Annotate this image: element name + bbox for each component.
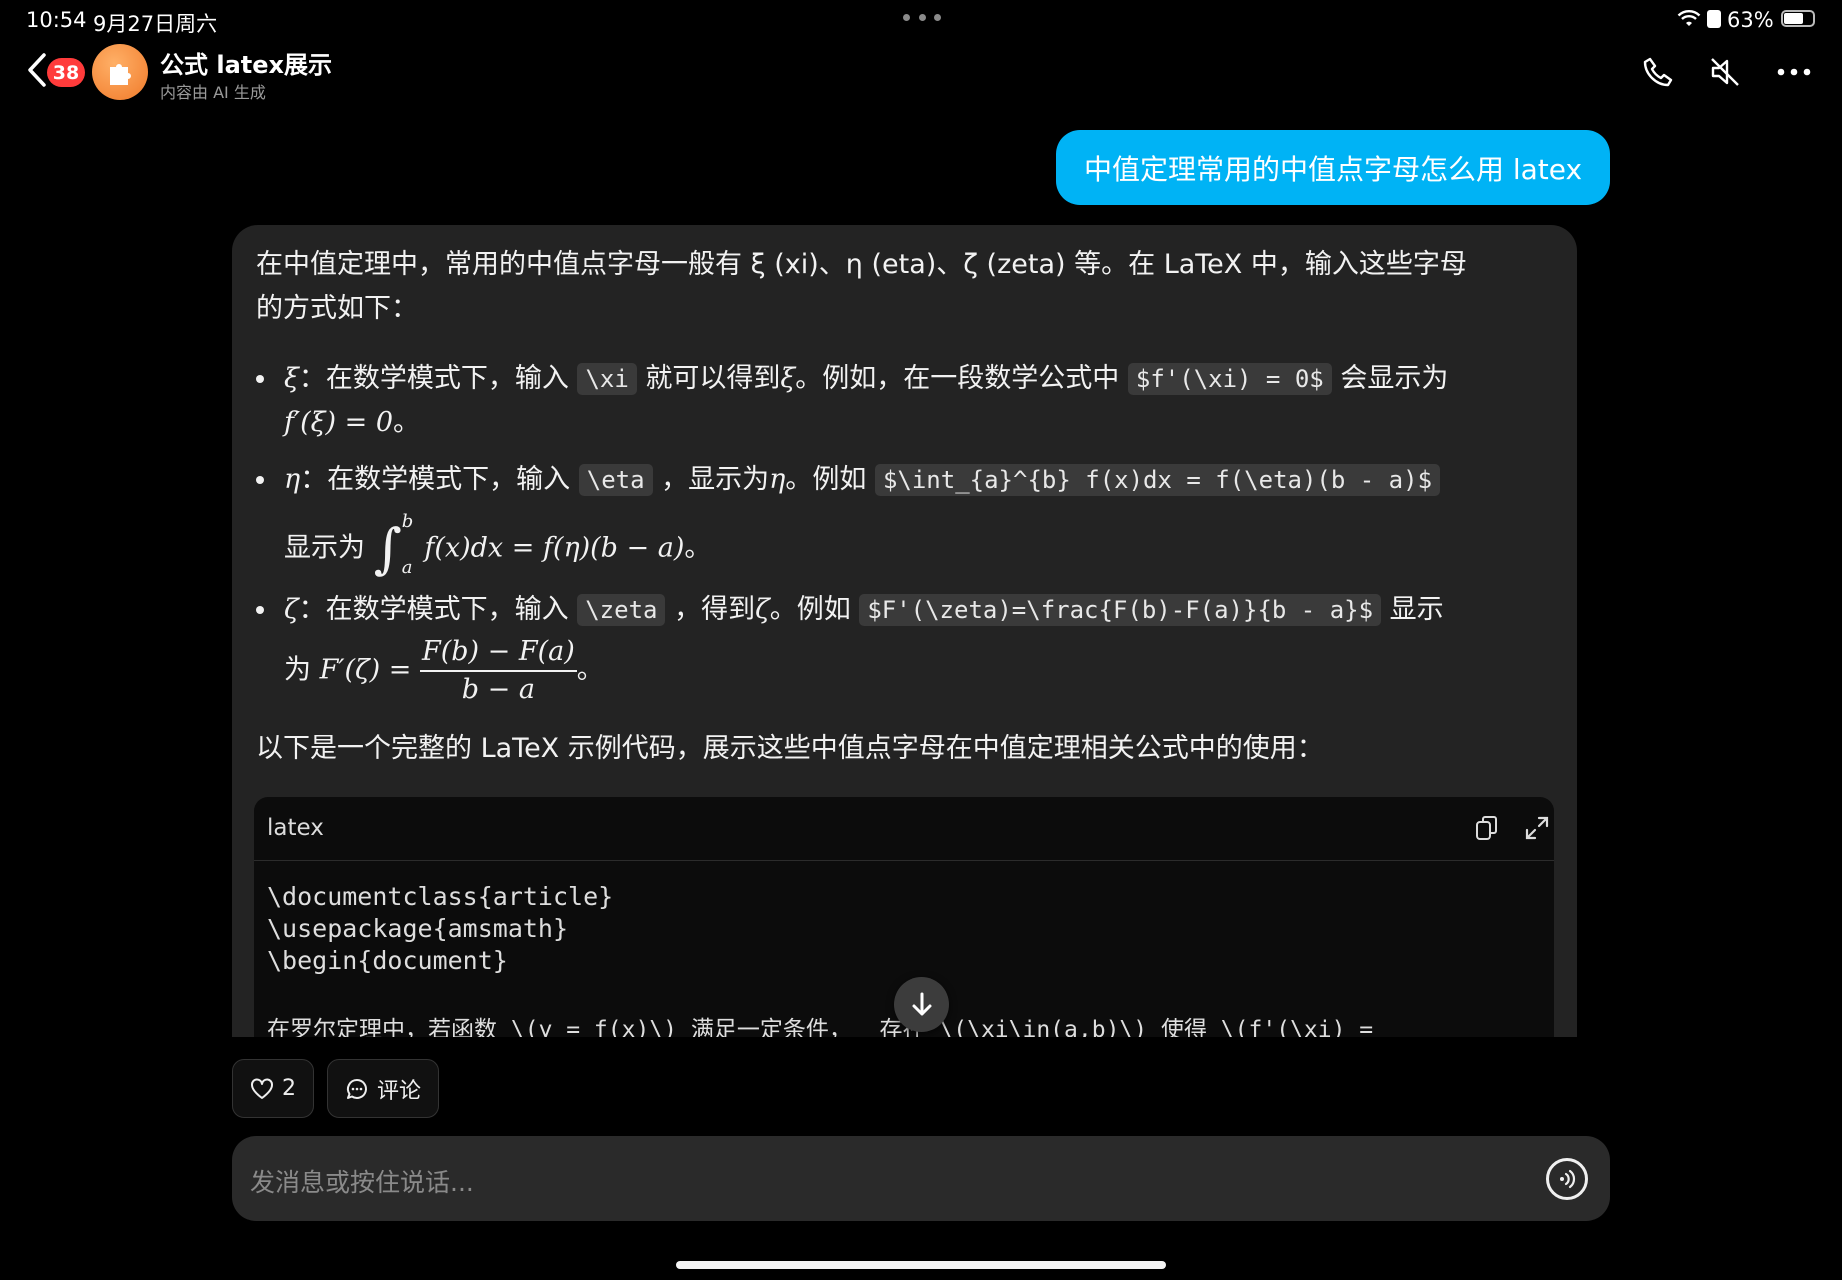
inline-code: \zeta [577, 594, 666, 626]
text: 。例如 [769, 594, 851, 625]
symbol: ξ [284, 363, 299, 394]
integral-upper: b [401, 511, 414, 532]
more-icon[interactable] [1774, 52, 1814, 92]
symbol: ζ [755, 594, 770, 625]
text: ，显示为 [661, 464, 770, 495]
text: 会显示为 [1340, 363, 1449, 394]
integral-lower: a [401, 557, 413, 578]
code-line: \documentclass{article} [267, 882, 614, 911]
symbol: ξ [780, 363, 796, 394]
lock-rotation-icon [1707, 10, 1721, 28]
user-message-bubble[interactable]: 中值定理常用的中值点字母怎么用 latex [1056, 130, 1610, 205]
answer-intro: 在中值定理中，常用的中值点字母一般有 ξ (xi)、η (eta)、ζ (zet… [256, 243, 1556, 331]
bullet-dot [256, 375, 264, 383]
message-input[interactable]: 发消息或按住说话... [232, 1136, 1610, 1221]
phone-icon[interactable] [1638, 52, 1678, 92]
copy-icon[interactable] [1472, 813, 1502, 843]
text: 。 [393, 407, 421, 438]
symbol: ζ [284, 594, 299, 625]
battery-icon [1781, 10, 1815, 27]
heart-icon [251, 1077, 273, 1099]
multitask-dots-icon[interactable] [903, 10, 941, 24]
fraction-denominator: b − a [461, 674, 535, 705]
chat-subtitle: 内容由 AI 生成 [160, 83, 266, 102]
symbol: η [284, 464, 301, 495]
arrow-down-icon [912, 992, 931, 1015]
math-formula: f(x)dx = f(η)(b − a) [424, 532, 685, 564]
math-formula: F′(ζ) = [319, 654, 412, 686]
text: 就可以得到 [645, 363, 781, 394]
text: 为 [284, 654, 311, 686]
ai-answer-card: 在中值定理中，常用的中值点字母一般有 ξ (xi)、η (eta)、ζ (zet… [232, 225, 1577, 1037]
text: 。例如，在一段数学公式中 [795, 363, 1120, 394]
comment-label: 评论 [376, 1078, 421, 1104]
text: 显示 [1389, 594, 1444, 625]
like-count: 2 [282, 1076, 296, 1101]
text: ：在数学模式下，输入 [300, 464, 571, 495]
math-formula: f′(ξ) = 0 [284, 407, 394, 438]
message-input-placeholder: 发消息或按住说话... [250, 1168, 474, 1197]
comment-icon [346, 1078, 367, 1099]
code-language: latex [267, 815, 324, 841]
inline-code: \xi [577, 363, 637, 395]
inline-code: $F'(\zeta)=\frac{F(b)-F(a)}{b - a}$ [859, 594, 1382, 626]
expand-icon[interactable] [1522, 813, 1552, 843]
code-line: 在罗尔定理中，若函数 \(y = f(x)\) 满足一定条件， 存在 \(\xi… [267, 1017, 1374, 1037]
intro-line: 的方式如下： [256, 293, 418, 324]
code-line: \begin{document} [267, 946, 508, 975]
integral-sign: ∫ [373, 516, 402, 580]
intro-line: 在中值定理中，常用的中值点字母一般有 ξ (xi)、η (eta)、ζ (zet… [256, 249, 1467, 280]
avatar[interactable] [92, 44, 148, 100]
bullet-dot [256, 606, 264, 614]
text: 。 [576, 654, 604, 686]
text: ：在数学模式下，输入 [298, 594, 569, 625]
puzzle-icon [110, 64, 131, 85]
status-time: 10:54 [26, 8, 87, 32]
chat-title: 公式 latex展示 [160, 51, 333, 79]
inline-code: $f'(\xi) = 0$ [1127, 363, 1332, 395]
battery-percent: 63% [1727, 8, 1774, 32]
answer-outro: 以下是一个完整的 LaTeX 示例代码，展示这些中值点字母在中值定理相关公式中的… [256, 733, 1324, 764]
code-line: \usepackage{amsmath} [267, 914, 569, 943]
code-block-header: latex [254, 797, 1554, 861]
fraction: F(b) − F(a) b − a [419, 634, 577, 708]
scroll-down-button[interactable] [894, 977, 949, 1032]
text: ：在数学模式下，输入 [298, 363, 569, 394]
fraction-numerator: F(b) − F(a) [419, 634, 577, 672]
wifi-icon [1677, 10, 1701, 32]
text: ，得到 [674, 594, 756, 625]
voice-input-button[interactable] [1546, 1158, 1588, 1200]
status-date: 9月27日周六 [93, 12, 218, 36]
text: 。例如 [785, 464, 867, 495]
voice-wave-icon [1560, 1169, 1576, 1189]
mute-icon[interactable] [1705, 52, 1745, 92]
text: 显示为 [284, 532, 365, 564]
unread-badge: 38 [47, 58, 85, 87]
home-indicator[interactable] [676, 1261, 1166, 1269]
like-button[interactable]: 2 [232, 1059, 314, 1118]
inline-code: $\int_{a}^{b} f(x)dx = f(\eta)(b - a)$ [874, 464, 1441, 496]
inline-code: \eta [578, 464, 653, 496]
bullet-dot [256, 476, 264, 484]
symbol: η [769, 464, 786, 495]
comment-button[interactable]: 评论 [327, 1059, 439, 1118]
integral-limits: ba [402, 512, 416, 578]
text: 。 [684, 532, 712, 564]
